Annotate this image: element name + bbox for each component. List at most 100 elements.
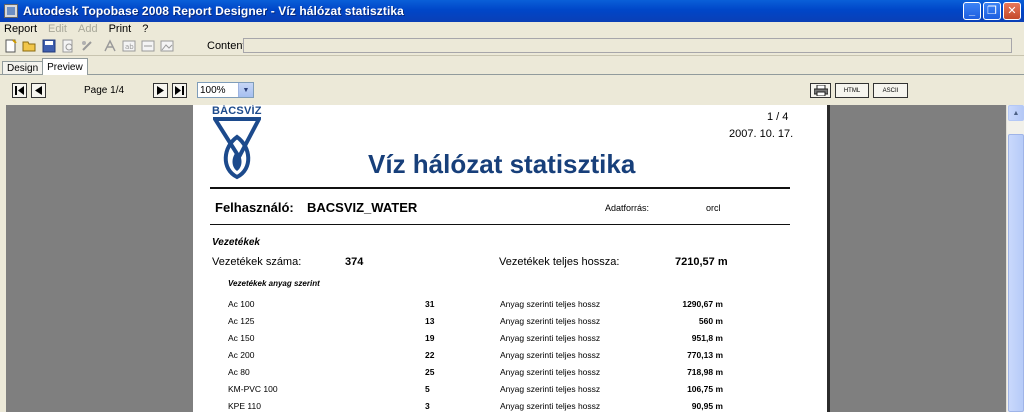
material-name: Ac 200 bbox=[228, 350, 255, 360]
material-length: 90,95 m bbox=[691, 401, 723, 411]
title-bar: Autodesk Topobase 2008 Report Designer -… bbox=[0, 0, 1024, 22]
previous-page-button[interactable] bbox=[31, 83, 46, 98]
menu-add[interactable]: Add bbox=[78, 23, 98, 35]
export-ascii-button[interactable]: ASCII bbox=[873, 83, 908, 98]
preview-navigation: Page 1/4 100% ▼ HTML ASCII bbox=[0, 75, 1024, 105]
subsection-title: Vezetékek anyag szerint bbox=[228, 279, 320, 288]
export-html-button[interactable]: HTML bbox=[835, 83, 869, 98]
menu-report[interactable]: Report bbox=[4, 23, 37, 35]
material-length: 1290,67 m bbox=[682, 299, 723, 309]
material-length-label: Anyag szerinti teljes hossz bbox=[500, 401, 601, 411]
report-date: 2007. 10. 17. bbox=[729, 128, 794, 140]
total-length-label: Vezetékek teljes hossza: bbox=[499, 256, 620, 268]
next-page-icon bbox=[157, 86, 164, 95]
table-row: Ac 80 25 Anyag szerinti teljes hossz 718… bbox=[193, 365, 827, 382]
svg-text:ab: ab bbox=[125, 43, 134, 51]
table-row: Ac 150 19 Anyag szerinti teljes hossz 95… bbox=[193, 331, 827, 348]
total-length-value: 7210,57 m bbox=[675, 256, 728, 268]
material-count: 25 bbox=[425, 367, 435, 377]
maximize-icon[interactable]: ❐ bbox=[983, 2, 1001, 20]
material-name: Ac 150 bbox=[228, 333, 255, 343]
first-page-button[interactable] bbox=[12, 83, 27, 98]
scroll-up-icon[interactable]: ▲ bbox=[1008, 105, 1024, 121]
next-page-button[interactable] bbox=[153, 83, 168, 98]
menu-help[interactable]: ? bbox=[142, 23, 148, 35]
material-name: Ac 125 bbox=[228, 316, 255, 326]
toolbar: ab Content: bbox=[0, 36, 1024, 56]
preview-icon[interactable] bbox=[60, 38, 75, 53]
chevron-down-icon[interactable]: ▼ bbox=[238, 83, 253, 97]
material-length-label: Anyag szerinti teljes hossz bbox=[500, 316, 601, 326]
properties-icon[interactable] bbox=[79, 38, 94, 53]
menu-bar: Report Edit Add Print ? bbox=[0, 22, 1024, 36]
material-length: 718,98 m bbox=[687, 367, 723, 377]
logo-text: BÁCSVÍZ bbox=[212, 105, 262, 117]
material-name: KPE 110 bbox=[228, 401, 261, 411]
user-divider bbox=[210, 224, 790, 225]
window-title: Autodesk Topobase 2008 Report Designer -… bbox=[23, 4, 404, 18]
close-icon[interactable]: ✕ bbox=[1003, 2, 1021, 20]
last-page-button[interactable] bbox=[172, 83, 187, 98]
minimize-icon[interactable]: _ bbox=[963, 2, 981, 20]
previous-page-icon bbox=[35, 86, 42, 95]
material-length-label: Anyag szerinti teljes hossz bbox=[500, 333, 601, 343]
material-length-label: Anyag szerinti teljes hossz bbox=[500, 350, 601, 360]
menu-edit[interactable]: Edit bbox=[48, 23, 67, 35]
zoom-value: 100% bbox=[200, 84, 226, 96]
preview-canvas[interactable]: BÁCSVÍZ 1 / 4 2007. 10. 17. Víz hálózat … bbox=[6, 105, 1006, 412]
material-length-label: Anyag szerinti teljes hossz bbox=[500, 384, 601, 394]
report-title: Víz hálózat statisztika bbox=[368, 149, 636, 179]
pipe-count-value: 374 bbox=[345, 256, 364, 268]
line-icon[interactable] bbox=[140, 38, 155, 53]
section-title: Vezetékek bbox=[212, 237, 260, 248]
image-icon[interactable] bbox=[159, 38, 174, 53]
label-icon[interactable]: ab bbox=[121, 38, 136, 53]
tab-preview[interactable]: Preview bbox=[42, 58, 88, 75]
material-name: KM-PVC 100 bbox=[228, 384, 278, 394]
bacsviz-logo: BÁCSVÍZ bbox=[212, 105, 264, 181]
text-icon[interactable] bbox=[102, 38, 117, 53]
source-value: orcl bbox=[706, 203, 721, 213]
vertical-scrollbar[interactable]: ▲ bbox=[1006, 105, 1024, 412]
source-label: Adatforrás: bbox=[605, 203, 650, 213]
material-name: Ac 100 bbox=[228, 299, 255, 309]
page-indicator: Page 1/4 bbox=[84, 85, 125, 96]
material-length: 951,8 m bbox=[691, 333, 723, 343]
material-count: 5 bbox=[425, 384, 430, 394]
last-page-icon bbox=[175, 86, 184, 95]
save-icon[interactable] bbox=[41, 38, 56, 53]
printer-icon bbox=[813, 85, 828, 96]
material-name: Ac 80 bbox=[228, 367, 250, 377]
table-row: Ac 125 13 Anyag szerinti teljes hossz 56… bbox=[193, 314, 827, 331]
table-row: Ac 100 31 Anyag szerinti teljes hossz 12… bbox=[193, 297, 827, 314]
report-page-counter: 1 / 4 bbox=[767, 111, 789, 123]
page-shadow bbox=[827, 105, 830, 412]
menu-print[interactable]: Print bbox=[109, 23, 132, 35]
scrollbar-thumb[interactable] bbox=[1008, 134, 1024, 412]
print-button[interactable] bbox=[810, 83, 831, 98]
material-count: 22 bbox=[425, 350, 435, 360]
user-label: Felhasználó: bbox=[215, 200, 294, 215]
new-report-icon[interactable] bbox=[3, 38, 18, 53]
open-folder-icon[interactable] bbox=[22, 38, 37, 53]
zoom-select[interactable]: 100% ▼ bbox=[197, 82, 254, 98]
material-count: 3 bbox=[425, 401, 430, 411]
material-count: 31 bbox=[425, 299, 435, 309]
material-length-label: Anyag szerinti teljes hossz bbox=[500, 299, 601, 309]
material-length: 106,75 m bbox=[687, 384, 723, 394]
content-input[interactable] bbox=[243, 38, 1012, 53]
pipe-count-label: Vezetékek száma: bbox=[212, 256, 302, 268]
material-length: 560 m bbox=[698, 316, 723, 326]
tab-bar: Design Preview bbox=[2, 58, 88, 75]
material-table: Ac 100 31 Anyag szerinti teljes hossz 12… bbox=[193, 297, 827, 412]
logo-drop-icon bbox=[213, 117, 261, 180]
table-row: KM-PVC 100 5 Anyag szerinti teljes hossz… bbox=[193, 382, 827, 399]
header-divider bbox=[210, 187, 790, 189]
first-page-icon bbox=[15, 86, 24, 95]
material-length-label: Anyag szerinti teljes hossz bbox=[500, 367, 601, 377]
app-icon[interactable] bbox=[4, 4, 18, 18]
material-length: 770,13 m bbox=[687, 350, 723, 360]
table-row: KPE 110 3 Anyag szerinti teljes hossz 90… bbox=[193, 399, 827, 412]
tab-design[interactable]: Design bbox=[2, 61, 44, 75]
window-controls: _ ❐ ✕ bbox=[963, 2, 1021, 20]
